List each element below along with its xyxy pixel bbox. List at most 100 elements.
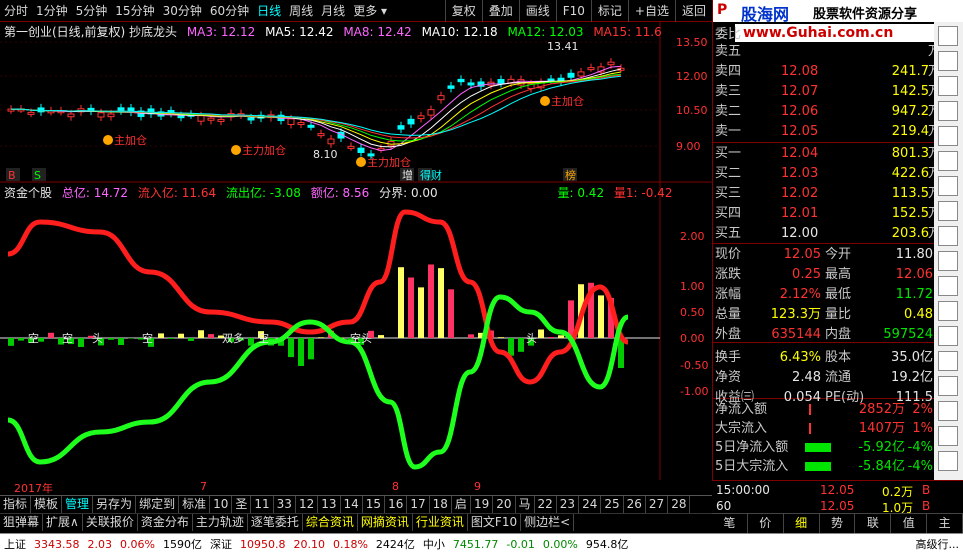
fuquan-button[interactable]: 复权 xyxy=(444,0,482,22)
chart-area[interactable]: 13.50 12.00 10.50 9.00 2.00 1.00 0.50 0.00 -0.50… xyxy=(0,22,712,480)
indicator-tab[interactable]: 10 xyxy=(210,496,233,513)
info-link[interactable]: 综合资讯 xyxy=(303,514,358,531)
bids-row[interactable]: 买三12.02113.5万 xyxy=(713,184,941,203)
period-tab[interactable]: 5分钟 xyxy=(72,0,112,22)
mark-button[interactable]: 标记 xyxy=(590,0,628,22)
indicator-tab[interactable]: 管理 xyxy=(62,496,94,513)
quote-tab[interactable]: 笔 xyxy=(712,514,748,533)
asks-row[interactable]: 卖四12.08241.7万 xyxy=(713,62,941,81)
bids-row[interactable]: 买五12.00203.6万 xyxy=(713,224,941,243)
asks-row[interactable]: 卖一12.05219.4万 xyxy=(713,122,941,141)
advanced-quote-label[interactable]: 高级行... xyxy=(912,536,963,552)
info-link[interactable]: 关联报价 xyxy=(83,514,138,531)
indicator-tab[interactable]: 27 xyxy=(646,496,669,513)
indicator-tab[interactable]: 23 xyxy=(557,496,580,513)
indicator-tab[interactable]: 标准 xyxy=(179,496,211,513)
period-tab[interactable]: 30分钟 xyxy=(159,0,206,22)
sz-index-value[interactable]: 10950.8 xyxy=(236,538,290,551)
bids-row[interactable]: 买四12.01152.5万 xyxy=(713,204,941,223)
indicator-tab[interactable]: 20 xyxy=(493,496,516,513)
info-link[interactable]: 狙弹幕 xyxy=(0,514,44,531)
period-tab[interactable]: 月线 xyxy=(317,0,349,22)
indicator-tab[interactable]: 17 xyxy=(407,496,430,513)
indicator-tab[interactable]: 28 xyxy=(668,496,691,513)
indicator-tab[interactable]: 14 xyxy=(341,496,363,513)
indicator-tab[interactable]: 圣 xyxy=(232,496,252,513)
asks-row[interactable]: 卖三12.07142.5万 xyxy=(713,82,941,101)
kline-icon[interactable] xyxy=(938,401,958,421)
quote-tab[interactable]: 势 xyxy=(820,514,856,533)
indicator-tab[interactable]: 12 xyxy=(296,496,319,513)
signal-label: 头 xyxy=(92,332,103,345)
indicator-tab[interactable]: 18 xyxy=(430,496,452,513)
pie-icon[interactable] xyxy=(938,176,958,196)
indicator-tab[interactable]: 33 xyxy=(274,496,296,513)
period-tab[interactable]: 分时 xyxy=(0,0,32,22)
info-link[interactable]: 侧边栏< xyxy=(521,514,575,531)
f10-icon[interactable] xyxy=(938,151,958,171)
indicator-tab[interactable]: 26 xyxy=(624,496,646,513)
news-icon[interactable] xyxy=(938,126,958,146)
user-icon[interactable] xyxy=(938,426,958,446)
candle-body xyxy=(107,113,115,118)
settings-icon[interactable] xyxy=(938,451,958,471)
bids-row[interactable]: 买二12.03422.6万 xyxy=(713,164,941,183)
indicator-tab[interactable]: 模板 xyxy=(31,496,63,513)
zx-index-value[interactable]: 7451.77 xyxy=(449,538,503,551)
indicator-tab[interactable]: 22 xyxy=(535,496,557,513)
indicator-tab[interactable]: 25 xyxy=(601,496,624,513)
add-watchlist-button[interactable]: +自选 xyxy=(627,0,675,22)
indicator-tab[interactable]: 11 xyxy=(251,496,274,513)
quote-tab[interactable]: 联 xyxy=(855,514,892,533)
info-link[interactable]: 网摘资讯 xyxy=(358,514,413,531)
calendar-icon[interactable] xyxy=(938,226,958,246)
period-tab[interactable]: 60分钟 xyxy=(206,0,253,22)
overlay-button[interactable]: 叠加 xyxy=(481,0,519,22)
indicator-tab[interactable]: 15 xyxy=(363,496,386,513)
period-tab-active[interactable]: 日线 xyxy=(253,0,285,22)
info-link[interactable]: 逐笔委托 xyxy=(248,514,303,531)
info-link[interactable]: 扩展∧ xyxy=(43,514,83,531)
bids-row[interactable]: 买一12.04801.3万 xyxy=(713,144,941,163)
money-icon[interactable] xyxy=(938,301,958,321)
indicator-tab[interactable]: 绑定到 xyxy=(136,496,180,513)
info-link[interactable]: 资金分布 xyxy=(138,514,193,531)
quote-tab[interactable]: 价 xyxy=(748,514,784,533)
back-button[interactable]: 返回 xyxy=(674,0,712,22)
sh-index-value[interactable]: 3343.58 xyxy=(30,538,84,551)
grid-icon[interactable] xyxy=(938,76,958,96)
more-periods-dropdown[interactable]: 更多 ▾ xyxy=(349,0,391,22)
link-icon[interactable] xyxy=(938,251,958,271)
indicator-tab[interactable]: 19 xyxy=(471,496,494,513)
bell-icon[interactable] xyxy=(938,326,958,346)
info-link[interactable]: 行业资讯 xyxy=(413,514,468,531)
bar-icon[interactable] xyxy=(938,201,958,221)
quote-tab[interactable]: 细 xyxy=(784,514,820,533)
indicator-tab[interactable]: 马 xyxy=(516,496,535,513)
tool-icon[interactable] xyxy=(938,376,958,396)
period-tab[interactable]: 15分钟 xyxy=(111,0,158,22)
asks-row[interactable]: 卖二12.06947.2万 xyxy=(713,102,941,121)
chart-canvas[interactable]: 13.50 12.00 10.50 9.00 2.00 1.00 0.50 0.00 -0.50… xyxy=(0,22,712,480)
list-icon[interactable] xyxy=(938,51,958,71)
period-tab[interactable]: 1分钟 xyxy=(32,0,72,22)
star-icon[interactable] xyxy=(938,26,958,46)
asks-row[interactable]: 卖五万 xyxy=(713,42,941,61)
book-icon[interactable] xyxy=(938,351,958,371)
draw-line-button[interactable]: 画线 xyxy=(518,0,556,22)
f10-button[interactable]: F10 xyxy=(555,0,591,22)
indicator-tab[interactable]: 24 xyxy=(579,496,602,513)
period-tab[interactable]: 周线 xyxy=(285,0,317,22)
indicator-tab[interactable]: 另存为 xyxy=(93,496,137,513)
rsi-icon[interactable] xyxy=(938,276,958,296)
indicator-tab[interactable]: 16 xyxy=(385,496,408,513)
indicator-tab[interactable]: 指标 xyxy=(0,496,32,513)
info-link[interactable]: 图文F10 xyxy=(468,514,522,531)
indicator-tab[interactable]: 启 xyxy=(452,496,471,513)
quote-tab[interactable]: 主 xyxy=(927,514,963,533)
flow-bar xyxy=(318,337,324,338)
chart-icon[interactable] xyxy=(938,101,958,121)
indicator-tab[interactable]: 13 xyxy=(318,496,341,513)
quote-tab[interactable]: 值 xyxy=(891,514,928,533)
info-link[interactable]: 主力轨迹 xyxy=(193,514,248,531)
